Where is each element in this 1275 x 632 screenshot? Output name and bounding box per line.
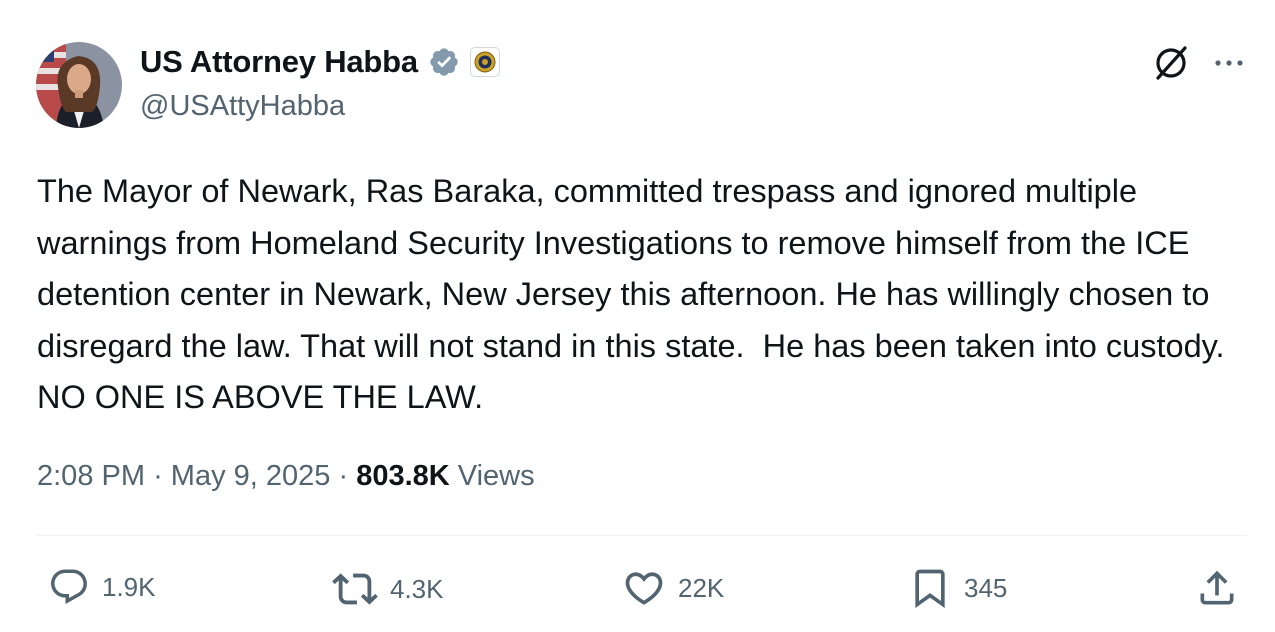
views-label: Views	[457, 460, 535, 492]
grok-icon[interactable]	[1152, 44, 1190, 82]
like-icon	[625, 572, 663, 605]
bookmark-count: 345	[964, 572, 1008, 603]
share-button[interactable]	[1195, 566, 1239, 610]
affiliate-seal-icon	[474, 51, 496, 73]
meta-separator: ·	[338, 460, 349, 492]
tweet-meta: 2:08 PM · May 9, 2025 · 803.8K Views	[37, 460, 535, 493]
repost-button[interactable]: 4.3K	[332, 566, 444, 612]
tweet-time-link[interactable]: 2:08 PM · May 9, 2025	[37, 460, 330, 492]
reply-icon	[51, 569, 87, 604]
share-icon	[1200, 570, 1234, 605]
repost-count: 4.3K	[390, 573, 444, 604]
avatar[interactable]	[36, 42, 122, 128]
more-icon[interactable]	[1211, 48, 1247, 78]
author-display-name[interactable]: US Attorney Habba	[140, 44, 418, 80]
reply-button[interactable]: 1.9K	[48, 566, 156, 608]
meta-separator: ·	[153, 460, 163, 492]
bookmark-icon	[915, 569, 945, 609]
avatar-image	[36, 42, 122, 128]
bookmark-button[interactable]: 345	[908, 566, 1007, 610]
divider	[37, 535, 1247, 536]
views-link[interactable]: 803.8K Views	[356, 460, 534, 492]
verified-icon[interactable]	[428, 46, 460, 78]
author-handle[interactable]: @USAttyHabba	[140, 90, 345, 123]
like-button[interactable]: 22K	[622, 566, 724, 610]
like-count: 22K	[678, 572, 725, 603]
tweet-time: 2:08 PM	[37, 460, 145, 492]
tweet-text: The Mayor of Newark, Ras Baraka, committ…	[37, 173, 1234, 415]
repost-icon	[332, 573, 378, 605]
author-name-row: US Attorney Habba	[140, 44, 500, 80]
reply-count: 1.9K	[102, 571, 156, 602]
views-count: 803.8K	[356, 460, 450, 492]
affiliate-badge[interactable]	[469, 47, 500, 77]
tweet-date: May 9, 2025	[170, 460, 331, 492]
